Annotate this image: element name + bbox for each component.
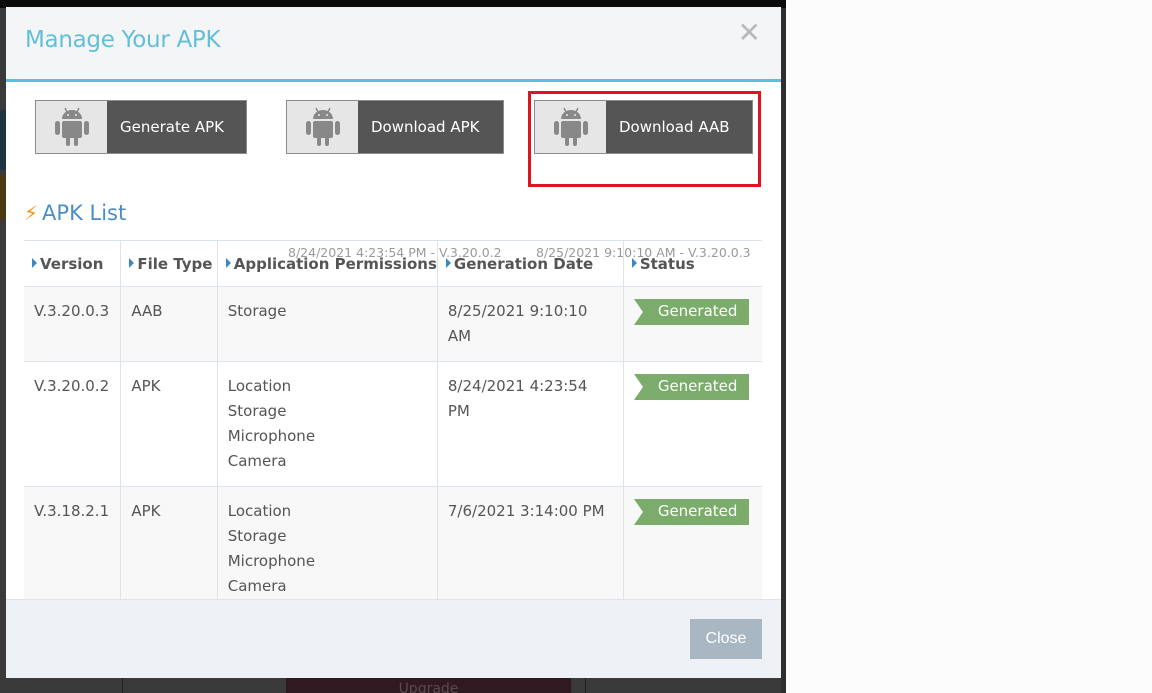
generate-apk-label: Generate APK bbox=[120, 118, 224, 136]
cell-permissions: Storage bbox=[217, 286, 438, 362]
cell-version: V.3.20.0.2 bbox=[24, 361, 122, 487]
permission-item: Camera bbox=[227, 452, 287, 470]
sort-caret-icon bbox=[631, 257, 637, 268]
background-divider bbox=[122, 677, 123, 693]
column-header-label: Generation Date bbox=[453, 254, 594, 273]
status-badge: Generated bbox=[633, 374, 750, 400]
cell-date: 8/24/2021 4:23:54 PM bbox=[437, 361, 624, 487]
permission-list: Location Storage Microphone Camera bbox=[228, 499, 427, 599]
permission-list: Storage bbox=[228, 299, 427, 324]
status-badge: Generated bbox=[633, 299, 750, 325]
lightning-bolt-icon: ⚡︎ bbox=[24, 201, 39, 225]
table-row: V.3.20.0.3 AAB Storage 8/25/2021 9:10:10… bbox=[24, 286, 762, 362]
table-row: V.3.20.0.2 APK Location Storage Micropho… bbox=[24, 361, 762, 487]
permission-item: Storage bbox=[227, 302, 287, 320]
permission-item: Camera bbox=[227, 577, 287, 595]
download-apk-label: Download APK bbox=[371, 118, 480, 136]
action-row: Generate APK Download APK 8/24/2021 4:23… bbox=[6, 82, 781, 260]
cell-permissions: Location Storage Microphone Camera bbox=[217, 361, 438, 487]
cell-file-type: APK bbox=[120, 486, 218, 611]
cell-file-type: AAB bbox=[120, 286, 218, 362]
column-header-generation-date[interactable]: Generation Date bbox=[437, 240, 624, 287]
permission-item: Microphone bbox=[227, 552, 316, 570]
sort-caret-icon bbox=[225, 257, 231, 268]
generate-apk-button[interactable]: Generate APK bbox=[35, 100, 247, 154]
cell-status: Generated bbox=[623, 486, 762, 611]
status-badge: Generated bbox=[633, 499, 750, 525]
background-edge bbox=[781, 8, 786, 693]
cell-version: V.3.20.0.3 bbox=[24, 286, 122, 362]
permission-item: Storage bbox=[227, 402, 287, 420]
modal-footer: Close bbox=[6, 599, 781, 678]
sort-caret-icon bbox=[32, 257, 37, 268]
download-aab-button[interactable]: Download AAB bbox=[534, 100, 753, 154]
column-header-label: Application Permissions bbox=[233, 254, 437, 273]
column-header-version[interactable]: Version bbox=[24, 240, 122, 287]
cell-date: 7/6/2021 3:14:00 PM bbox=[437, 486, 624, 611]
download-apk-button[interactable]: Download APK bbox=[286, 100, 504, 154]
download-aab-label: Download AAB bbox=[619, 118, 730, 136]
permission-item: Location bbox=[227, 377, 292, 395]
cell-status: Generated bbox=[623, 361, 762, 487]
cell-status: Generated bbox=[623, 286, 762, 362]
column-header-label: Status bbox=[639, 254, 695, 273]
android-icon bbox=[535, 101, 606, 153]
permission-list: Location Storage Microphone Camera bbox=[228, 374, 427, 474]
sort-caret-icon bbox=[129, 257, 135, 268]
column-header-status[interactable]: Status bbox=[623, 240, 762, 287]
background-divider bbox=[585, 677, 586, 693]
cell-file-type: APK bbox=[120, 361, 218, 487]
sort-caret-icon bbox=[445, 257, 451, 268]
permission-item: Microphone bbox=[227, 427, 316, 445]
table-header-row: Version File Type Application Permission… bbox=[24, 240, 762, 287]
column-header-permissions[interactable]: Application Permissions bbox=[217, 240, 438, 287]
modal-title: Manage Your APK bbox=[25, 27, 221, 53]
table-row: V.3.18.2.1 APK Location Storage Micropho… bbox=[24, 486, 762, 611]
column-header-file-type[interactable]: File Type bbox=[120, 240, 218, 287]
apk-list-heading: ⚡︎ APK List bbox=[24, 201, 126, 225]
column-header-label: Version bbox=[40, 254, 104, 273]
modal-header: Manage Your APK ✕ bbox=[6, 7, 781, 82]
apk-list-title: APK List bbox=[42, 201, 127, 225]
close-button[interactable]: Close bbox=[690, 619, 762, 659]
manage-apk-modal: Manage Your APK ✕ Generate APK Download … bbox=[6, 7, 781, 678]
permission-item: Storage bbox=[227, 527, 287, 545]
column-header-label: File Type bbox=[137, 254, 213, 273]
permission-item: Location bbox=[227, 502, 292, 520]
android-icon bbox=[36, 101, 107, 153]
cell-version: V.3.18.2.1 bbox=[24, 486, 122, 611]
cell-date: 8/25/2021 9:10:10 AM bbox=[437, 286, 624, 362]
close-x-icon[interactable]: ✕ bbox=[738, 19, 761, 47]
android-icon bbox=[287, 101, 358, 153]
background-upgrade-button: Upgrade bbox=[286, 677, 571, 693]
cell-permissions: Location Storage Microphone Camera bbox=[217, 486, 438, 611]
apk-table: Version File Type Application Permission… bbox=[24, 240, 762, 611]
